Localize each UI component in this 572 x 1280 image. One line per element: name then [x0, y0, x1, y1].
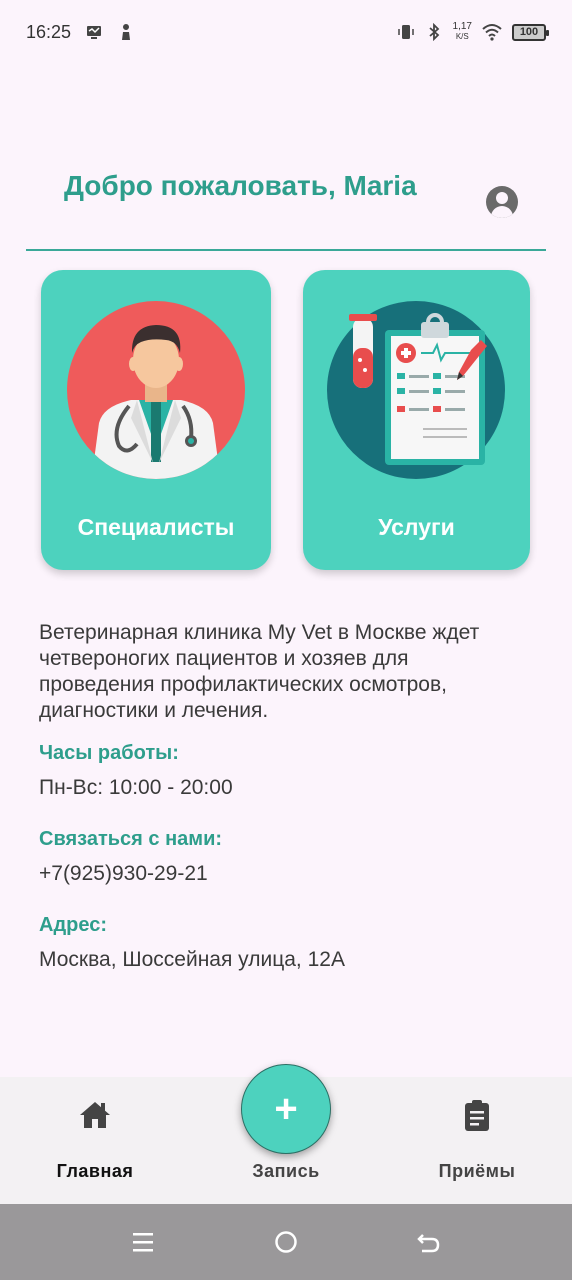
doctor-illustration	[67, 301, 245, 479]
profile-head	[496, 192, 508, 204]
specialists-label: Специалисты	[77, 514, 235, 540]
specialists-card[interactable]: Специалисты	[41, 270, 271, 570]
status-time: 16:25	[26, 21, 72, 42]
hours-value: Пн-Вс: 10:00 - 20:00	[39, 776, 233, 799]
services-label: Услуги	[378, 514, 455, 540]
menu-icon[interactable]	[132, 1230, 154, 1254]
nav-appointments-label: Приёмы	[438, 1161, 516, 1181]
notification-icon	[87, 26, 102, 39]
clipboard-icon	[465, 1100, 489, 1131]
clinic-info: Ветеринарная клиника My Vet в Москве жде…	[39, 620, 529, 971]
vibrate-icon	[397, 25, 414, 39]
net-speed-unit: K/S	[455, 32, 469, 41]
nav-appointments[interactable]: Приёмы	[397, 1077, 557, 1204]
plus-icon: +	[274, 1086, 298, 1131]
person-icon	[122, 24, 131, 40]
status-bar: 16:25 1,17 K/S 100	[0, 0, 572, 64]
home-icon	[80, 1102, 110, 1128]
network-speed: 1,17 K/S	[453, 22, 472, 42]
clipboard-illustration	[327, 301, 505, 479]
wifi-icon	[482, 24, 502, 41]
profile-body	[491, 206, 513, 218]
back-icon[interactable]	[417, 1230, 441, 1254]
contact-phone[interactable]: +7(925)930-29-21	[39, 862, 208, 886]
add-record-button[interactable]: +	[241, 1064, 331, 1154]
nav-home[interactable]: Главная	[15, 1077, 175, 1204]
clinic-description: Ветеринарная клиника My Vet в Москве жде…	[39, 621, 480, 722]
header: Добро пожаловать, Maria	[26, 168, 546, 251]
welcome-title: Добро пожаловать, Maria	[64, 170, 417, 201]
battery-level: 100	[519, 26, 539, 38]
net-speed-value: 1,17	[452, 21, 472, 32]
address-title: Адрес:	[39, 914, 107, 936]
profile-icon[interactable]	[486, 186, 518, 218]
bluetooth-icon	[428, 23, 439, 41]
home-circle-icon[interactable]	[274, 1230, 298, 1254]
services-card[interactable]: Услуги	[303, 270, 530, 570]
address-value: Москва, Шоссейная улица, 12А	[39, 948, 345, 971]
nav-record-label[interactable]: Запись	[206, 1161, 366, 1182]
contact-title: Связаться с нами:	[39, 828, 223, 850]
nav-home-label: Главная	[56, 1161, 134, 1181]
hours-title: Часы работы:	[39, 742, 179, 764]
system-navigation-bar	[0, 1204, 572, 1280]
battery-icon: 100	[512, 23, 549, 41]
